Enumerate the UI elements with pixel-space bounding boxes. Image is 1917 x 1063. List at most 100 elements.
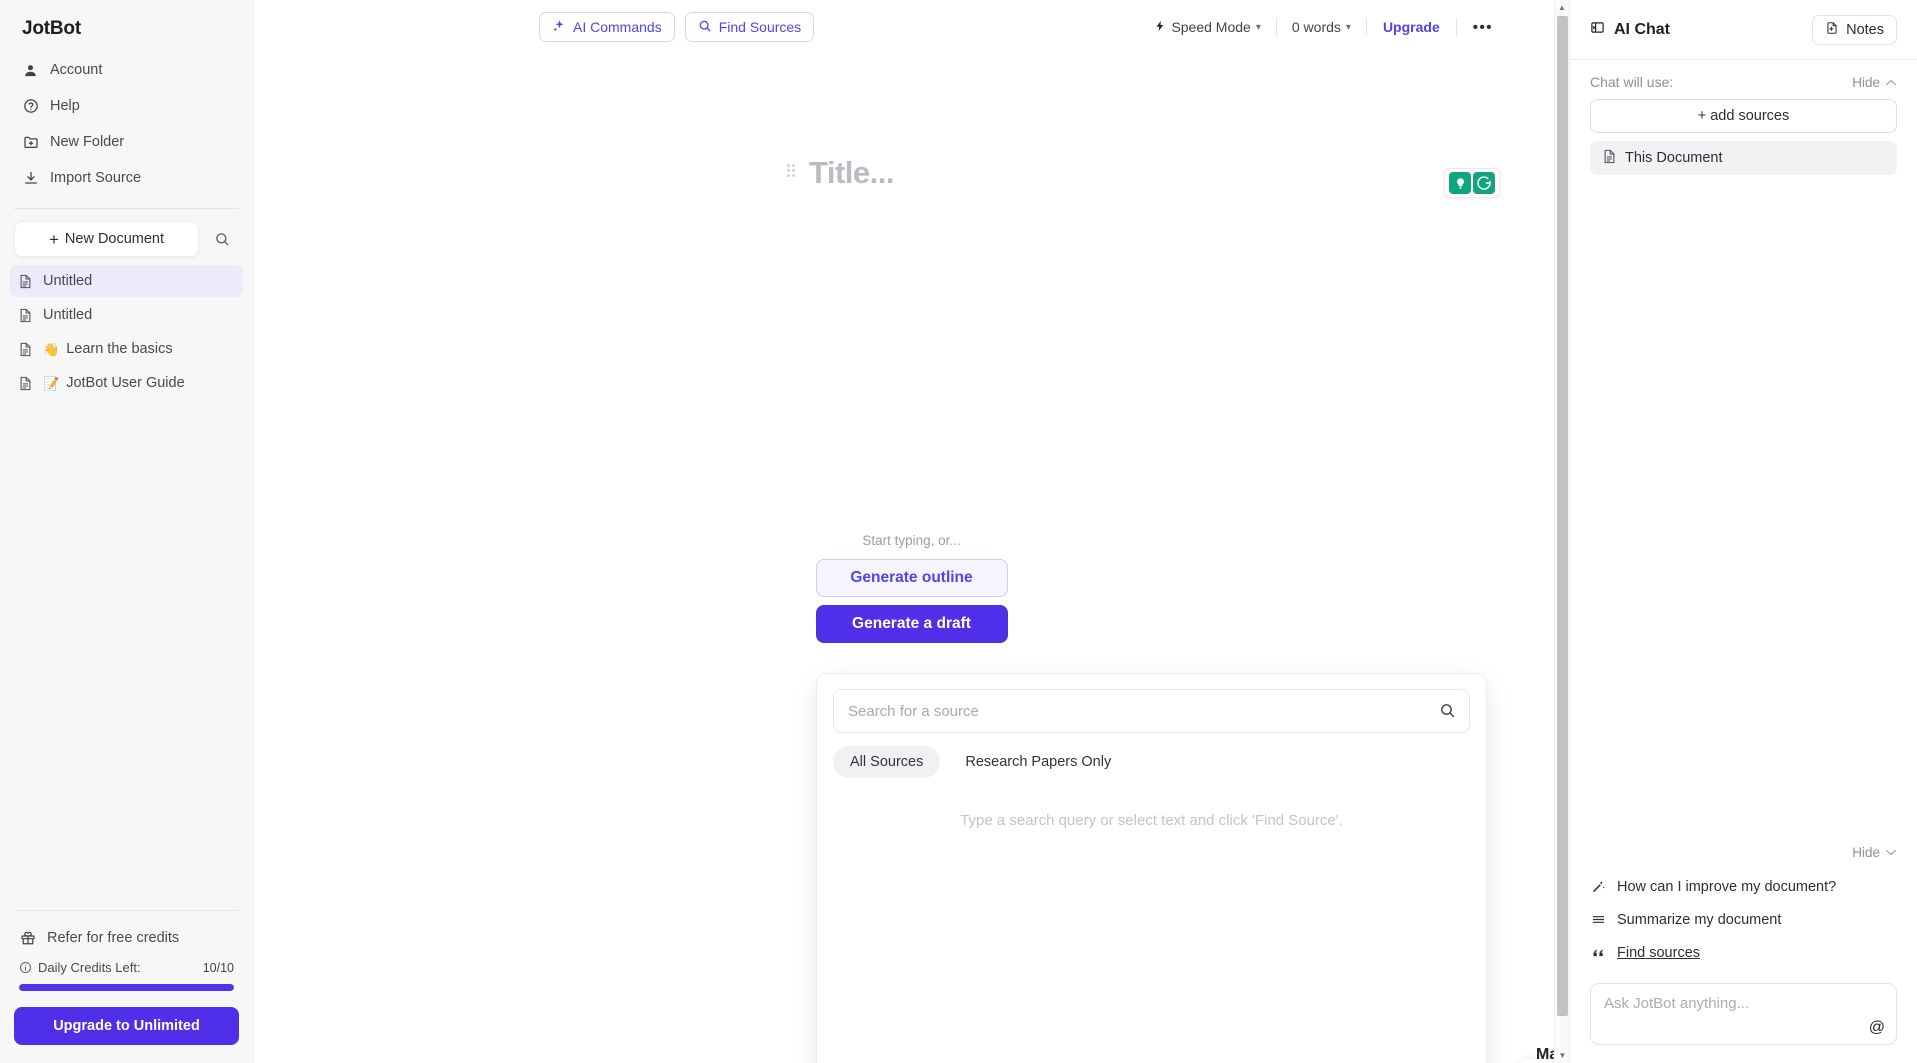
scrollbar-thumb[interactable] [1557,16,1568,1016]
source-search-panel: All Sources Research Papers Only Type a … [816,673,1487,1063]
sidebar-item-help[interactable]: Help [14,88,239,124]
daily-credits-value: 10/10 [202,960,234,975]
lines-icon [1590,912,1606,927]
lightbulb-icon[interactable] [1449,172,1471,194]
suggestion-label: How can I improve my document? [1617,878,1837,895]
chat-input-box[interactable]: Ask JotBot anything... @ [1590,983,1897,1045]
chevron-down-icon [1886,850,1896,856]
notes-button[interactable]: Notes [1812,14,1897,45]
editor-toolbar: AI Commands Find Sources Speed Mode ▾ 0 … [254,0,1569,60]
add-sources-button[interactable]: + add sources [1590,99,1897,133]
sidebar-footer: Refer for free credits Daily Credits Lef… [0,910,253,1063]
gift-icon [19,930,36,947]
memo-emoji: 📝 [43,375,60,391]
plus-icon: + [48,229,59,249]
suggestion-label: Summarize my document [1617,911,1782,928]
grammarly-icon[interactable] [1473,172,1495,194]
speed-mode-dropdown[interactable]: Speed Mode ▾ [1139,19,1275,36]
refer-label: Refer for free credits [47,930,180,946]
scroll-down-arrow[interactable]: ▼ [1555,1048,1569,1063]
list-item[interactable]: 👋 Learn the basics [10,333,243,365]
sidebar-item-account[interactable]: Account [14,52,239,88]
chat-will-use-row: Chat will use: Hide [1590,74,1897,90]
panel-toggle-icon[interactable] [1590,20,1605,40]
waving-hand-emoji: 👋 [43,341,60,357]
notes-icon [1825,21,1839,39]
hide-label: Hide [1852,845,1880,860]
scroll-up-arrow[interactable]: ▲ [1555,0,1569,15]
document-icon [19,375,33,391]
editor-area: AI Commands Find Sources Speed Mode ▾ 0 … [254,0,1570,1063]
source-chip-label: This Document [1625,150,1723,166]
search-icon[interactable] [1439,702,1456,724]
suggestion-find-sources[interactable]: Find sources [1590,936,1897,969]
ai-chat-panel: AI Chat Notes Chat will use: Hide + add … [1570,0,1917,1063]
question-circle-icon [22,98,39,115]
generate-outline-button[interactable]: Generate outline [815,559,1008,597]
ai-commands-button[interactable]: AI Commands [539,12,675,42]
quote-icon [1590,945,1606,960]
suggestion-label: Find sources [1617,944,1701,961]
chevron-down-icon: ▾ [1255,21,1261,33]
sidebar-item-label: New Folder [50,134,125,150]
document-title-row: Title... [787,157,895,188]
document-title-input[interactable]: Title... [809,157,895,188]
source-search-row [833,689,1470,733]
more-options-button[interactable]: ••• [1457,19,1509,36]
notes-label: Notes [1846,21,1884,38]
sidebar-item-new-folder[interactable]: New Folder [14,124,239,160]
hide-suggestions-button[interactable]: Hide [1852,845,1897,860]
info-icon [19,961,32,974]
sidebar-item-import-source[interactable]: Import Source [14,160,239,196]
list-item[interactable]: 📝 JotBot User Guide [10,367,243,399]
list-item-label: Untitled [43,273,93,289]
sidebar-item-label: Import Source [50,170,142,186]
hide-sources-button[interactable]: Hide [1852,75,1897,90]
list-item-label: JotBot User Guide [66,375,185,391]
footer-divider [14,910,239,911]
chevron-up-icon [1886,79,1896,85]
refer-for-credits-button[interactable]: Refer for free credits [14,923,239,953]
source-chip-this-document[interactable]: This Document [1590,141,1897,175]
generate-draft-button[interactable]: Generate a draft [815,605,1008,643]
hide-suggestions-row: Hide [1590,845,1897,860]
word-count-dropdown[interactable]: 0 words ▾ [1277,19,1366,35]
chat-sources-block: Chat will use: Hide + add sources This D… [1570,60,1917,175]
chat-input-placeholder: Ask JotBot anything... [1604,995,1750,1012]
editor-scrollbar[interactable]: ▲ ▼ [1554,0,1569,1063]
grammarly-widget[interactable] [1444,168,1500,198]
start-typing-hint: Start typing, or... [862,533,961,548]
credits-progress-bar [19,984,234,991]
chat-suggestions: Hide How can I improve my document? Summ… [1570,845,1917,969]
sidebar-search-button[interactable] [205,222,239,256]
sidebar: JotBot Account Help New Folder Import So… [0,0,254,1063]
toolbar-left-group: AI Commands Find Sources [539,12,815,42]
find-sources-button[interactable]: Find Sources [684,12,815,42]
list-item[interactable]: Untitled [10,265,243,297]
tab-research-papers-only[interactable]: Research Papers Only [948,746,1128,778]
magic-wand-icon [1590,879,1606,894]
list-item[interactable]: Untitled [10,299,243,331]
source-search-input[interactable] [833,689,1470,733]
ai-chat-title-group: AI Chat [1590,20,1670,40]
user-icon [22,62,39,79]
upgrade-to-unlimited-button[interactable]: Upgrade to Unlimited [14,1007,239,1045]
document-list: Untitled Untitled 👋 Learn the basics � [0,265,253,399]
ai-chat-title: AI Chat [1614,20,1670,38]
credits-progress-fill [19,984,234,991]
new-document-button[interactable]: + New Document [14,221,199,257]
mention-button[interactable]: @ [1869,1019,1885,1037]
drag-handle-icon[interactable] [787,163,799,182]
tab-all-sources[interactable]: All Sources [833,746,941,778]
suggestion-improve-document[interactable]: How can I improve my document? [1590,870,1897,903]
folder-plus-icon [22,134,39,151]
daily-credits-label: Daily Credits Left: [38,960,141,975]
word-count-label: 0 words [1291,19,1341,35]
chat-will-use-label: Chat will use: [1590,74,1674,90]
upgrade-link[interactable]: Upgrade [1367,19,1456,35]
sidebar-item-label: Help [50,98,80,114]
source-filter-tabs: All Sources Research Papers Only [833,746,1470,778]
source-empty-state: Type a search query or select text and c… [960,812,1343,829]
suggestion-summarize-document[interactable]: Summarize my document [1590,903,1897,936]
